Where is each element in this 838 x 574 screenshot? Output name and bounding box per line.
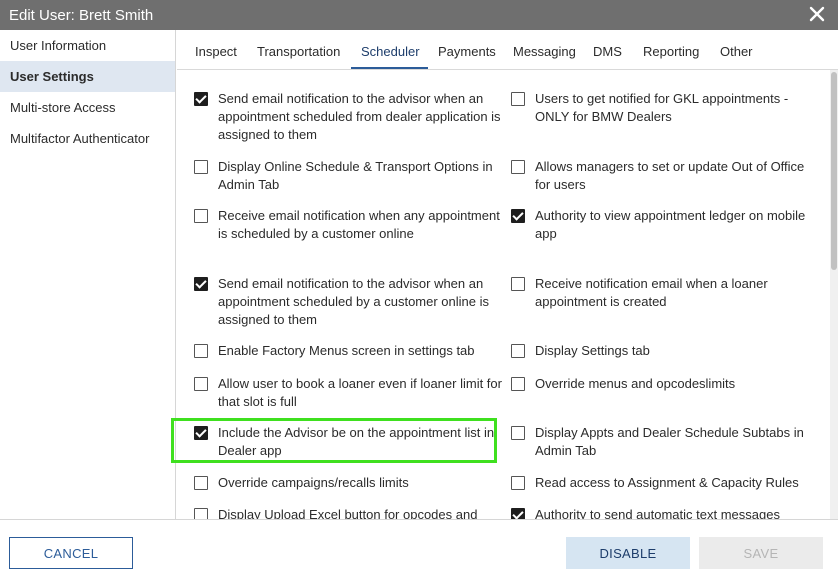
option-row: Override campaigns/recalls limits: [194, 474, 504, 492]
checkbox[interactable]: [194, 508, 208, 519]
tab-dms[interactable]: DMS: [593, 44, 622, 59]
option-row: Users to get notified for GKL appointmen…: [511, 90, 821, 126]
checkbox[interactable]: [511, 92, 525, 106]
sidebar-item-label: User Settings: [10, 69, 94, 84]
option-row: Receive email notification when any appo…: [194, 207, 504, 243]
option-label: Allows managers to set or update Out of …: [535, 159, 805, 192]
option-label: Authority to view appointment ledger on …: [535, 208, 806, 241]
dialog-title: Edit User: Brett Smith: [9, 6, 154, 24]
checkbox[interactable]: [194, 92, 208, 106]
option-row: Receive notification email when a loaner…: [511, 275, 821, 311]
checkbox[interactable]: [511, 377, 525, 391]
checkbox[interactable]: [194, 277, 208, 291]
option-label: Allow user to book a loaner even if loan…: [218, 376, 502, 409]
sidebar-item-multifactor-authenticator[interactable]: Multifactor Authenticator: [0, 123, 175, 154]
annotation-highlight-box: [171, 418, 497, 463]
sidebar-item-user-information[interactable]: User Information: [0, 30, 175, 61]
checkbox[interactable]: [511, 344, 525, 358]
option-label: Read access to Assignment & Capacity Rul…: [535, 475, 799, 490]
checkbox[interactable]: [194, 377, 208, 391]
dialog-titlebar: Edit User: Brett Smith: [0, 0, 838, 30]
option-label: Override menus and opcodeslimits: [535, 376, 736, 391]
option-row: Authority to send automatic text message…: [511, 506, 821, 519]
option-row: Read access to Assignment & Capacity Rul…: [511, 474, 821, 492]
option-label: Enable Factory Menus screen in settings …: [218, 343, 475, 358]
option-row: Display Upload Excel button for opcodes …: [194, 506, 504, 519]
cancel-button[interactable]: CANCEL: [9, 537, 133, 569]
option-row: Display Online Schedule & Transport Opti…: [194, 158, 504, 194]
tab-reporting[interactable]: Reporting: [643, 44, 699, 59]
scrollbar-thumb[interactable]: [831, 72, 837, 270]
tab-payments[interactable]: Payments: [438, 44, 496, 59]
content-scrollbar[interactable]: [830, 70, 838, 519]
checkbox[interactable]: [194, 209, 208, 223]
sidebar-item-multi-store-access[interactable]: Multi-store Access: [0, 92, 175, 123]
tab-scheduler[interactable]: Scheduler: [361, 44, 420, 59]
option-row: Allow user to book a loaner even if loan…: [194, 375, 504, 411]
checkbox[interactable]: [511, 160, 525, 174]
sidebar-item-label: User Information: [10, 38, 107, 53]
close-icon[interactable]: [806, 3, 828, 25]
checkbox[interactable]: [511, 508, 525, 519]
active-tab-indicator: [351, 67, 428, 69]
tab-transportation[interactable]: Transportation: [257, 44, 340, 59]
sidebar-item-label: Multi-store Access: [10, 100, 116, 115]
settings-sidebar: User Information User Settings Multi-sto…: [0, 30, 176, 519]
checkbox[interactable]: [511, 426, 525, 440]
checkbox[interactable]: [194, 476, 208, 490]
option-label: Send email notification to the advisor w…: [218, 276, 489, 327]
sidebar-item-label: Multifactor Authenticator: [10, 131, 150, 146]
option-label: Send email notification to the advisor w…: [218, 91, 501, 142]
option-row: Allows managers to set or update Out of …: [511, 158, 821, 194]
option-label: Display Upload Excel button for opcodes …: [218, 507, 478, 519]
option-row: Enable Factory Menus screen in settings …: [194, 342, 504, 360]
option-row: Authority to view appointment ledger on …: [511, 207, 821, 243]
checkbox[interactable]: [194, 160, 208, 174]
option-label: Receive notification email when a loaner…: [535, 276, 768, 309]
tab-messaging[interactable]: Messaging: [513, 44, 576, 59]
sidebar-item-user-settings[interactable]: User Settings: [0, 61, 175, 92]
dialog-footer: CANCEL DISABLE SAVE: [0, 519, 838, 574]
option-label: Receive email notification when any appo…: [218, 208, 500, 241]
checkbox[interactable]: [511, 476, 525, 490]
disable-button[interactable]: DISABLE: [566, 537, 690, 569]
option-label: Override campaigns/recalls limits: [218, 475, 409, 490]
option-label: Authority to send automatic text message…: [535, 507, 780, 519]
option-label: Display Appts and Dealer Schedule Subtab…: [535, 425, 804, 458]
checkbox[interactable]: [194, 344, 208, 358]
option-label: Display Online Schedule & Transport Opti…: [218, 159, 493, 192]
tab-other[interactable]: Other: [720, 44, 753, 59]
option-row: Display Appts and Dealer Schedule Subtab…: [511, 424, 821, 460]
option-row: Send email notification to the advisor w…: [194, 90, 504, 144]
option-row: Send email notification to the advisor w…: [194, 275, 504, 329]
checkbox[interactable]: [511, 209, 525, 223]
option-label: Display Settings tab: [535, 343, 650, 358]
settings-tabs: Inspect Transportation Scheduler Payment…: [177, 30, 838, 70]
option-row: Display Settings tab: [511, 342, 821, 360]
checkbox[interactable]: [511, 277, 525, 291]
save-button[interactable]: SAVE: [699, 537, 823, 569]
option-row: Override menus and opcodeslimits: [511, 375, 821, 393]
tab-inspect[interactable]: Inspect: [195, 44, 237, 59]
option-label: Users to get notified for GKL appointmen…: [535, 91, 789, 124]
